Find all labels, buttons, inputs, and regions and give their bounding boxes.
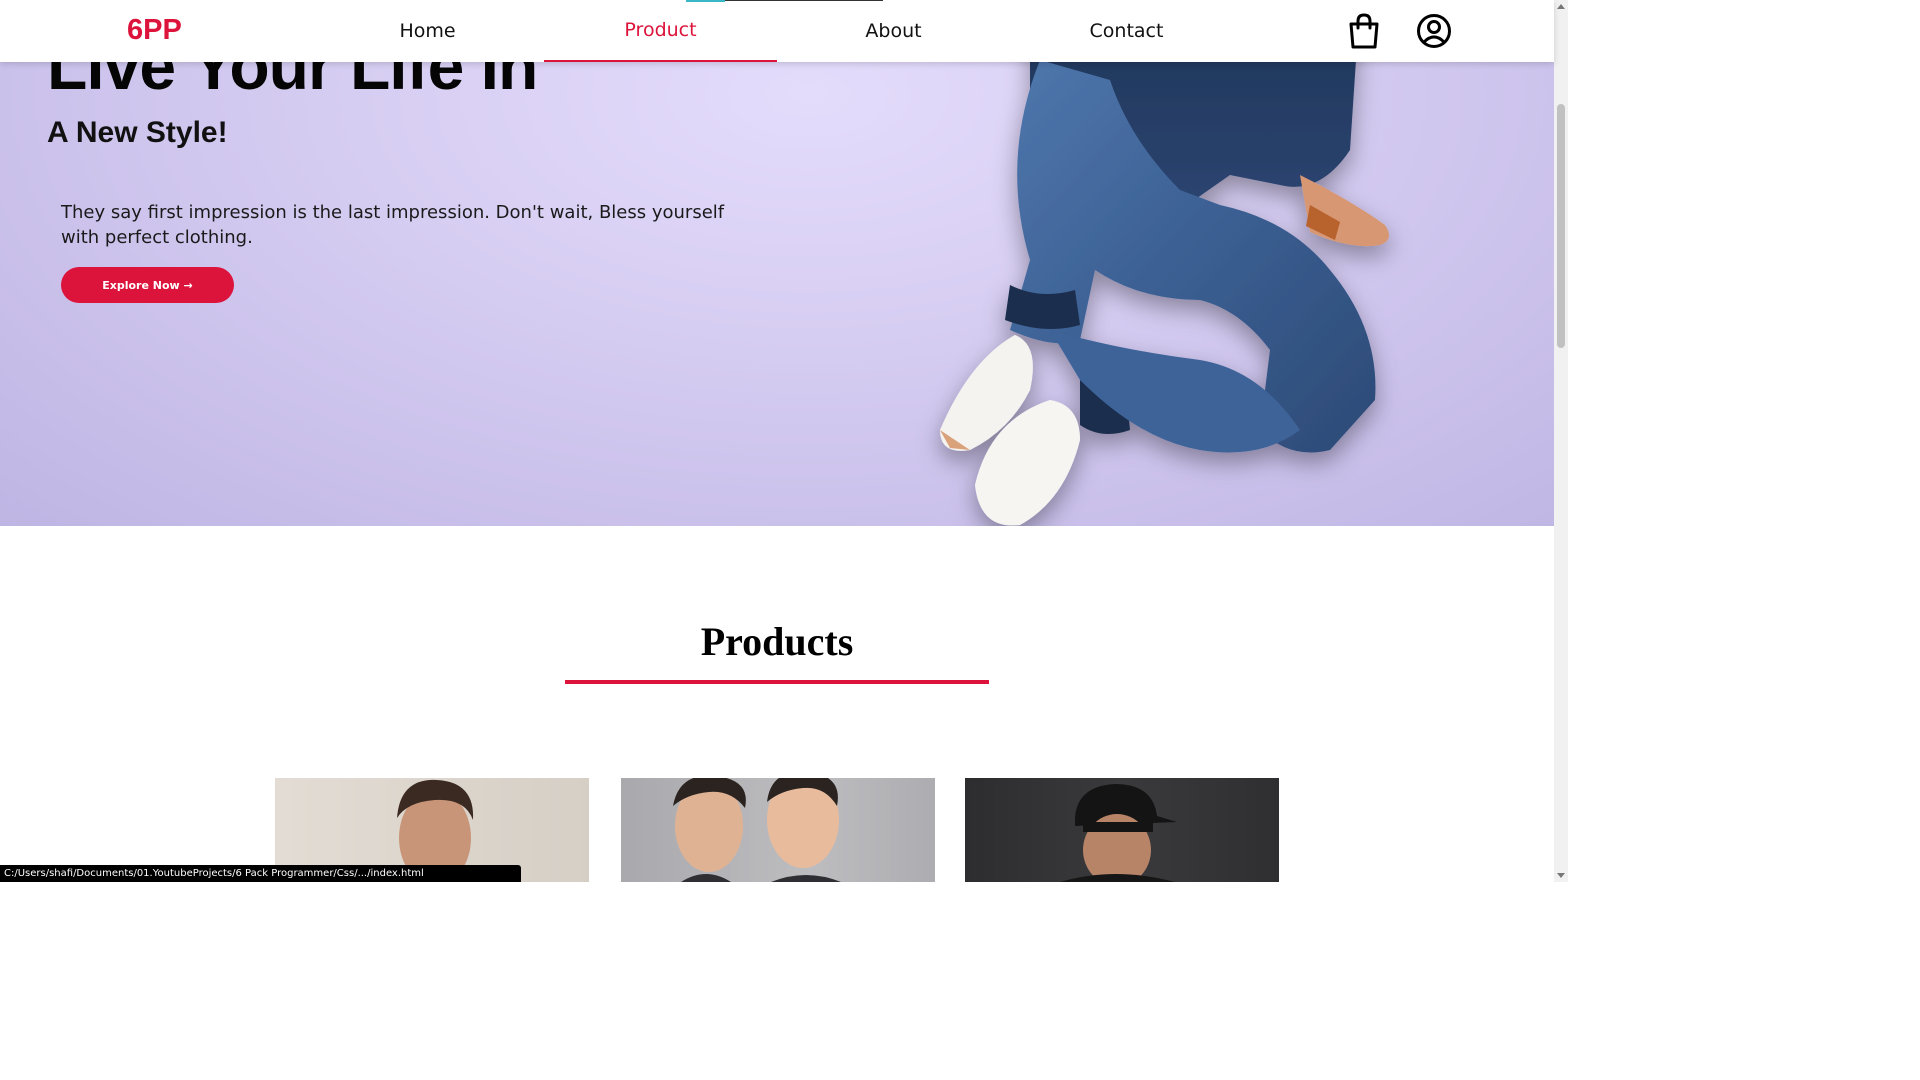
hero-model-image <box>940 0 1389 526</box>
products-heading: Products <box>700 619 854 664</box>
page-scrollbar[interactable] <box>1554 0 1568 882</box>
nav-home-link[interactable]: Home <box>311 0 544 62</box>
user-account-icon[interactable] <box>1416 13 1452 49</box>
browser-status-bar: C:/Users/shafi/Documents/01.YoutubeProje… <box>0 865 521 882</box>
product-card[interactable] <box>621 778 935 882</box>
navbar: 6PP Home Product About Contact <box>0 0 1554 62</box>
nav-product-link[interactable]: Product <box>544 0 777 62</box>
scroll-down-arrow-icon[interactable] <box>1557 873 1565 878</box>
product-image <box>1060 784 1177 882</box>
page: Live Your Life In A New Style! They say … <box>0 0 1568 882</box>
hero-subheading: A New Style! <box>47 116 228 149</box>
products-heading-underline <box>565 680 989 684</box>
nav-contact-link[interactable]: Contact <box>1010 0 1243 62</box>
scroll-up-arrow-icon[interactable] <box>1557 4 1565 9</box>
shopping-bag-icon[interactable] <box>1347 13 1381 49</box>
product-card[interactable] <box>965 778 1279 882</box>
scrollbar-thumb[interactable] <box>1557 104 1565 348</box>
product-image <box>673 778 841 882</box>
hero-description: They say first impression is the last im… <box>61 202 725 248</box>
hero-section: Live Your Life In A New Style! They say … <box>0 0 1554 526</box>
explore-now-button[interactable]: Explore Now → <box>61 267 234 303</box>
brand-logo[interactable]: 6PP <box>127 14 182 47</box>
nav-about-link[interactable]: About <box>777 0 1010 62</box>
